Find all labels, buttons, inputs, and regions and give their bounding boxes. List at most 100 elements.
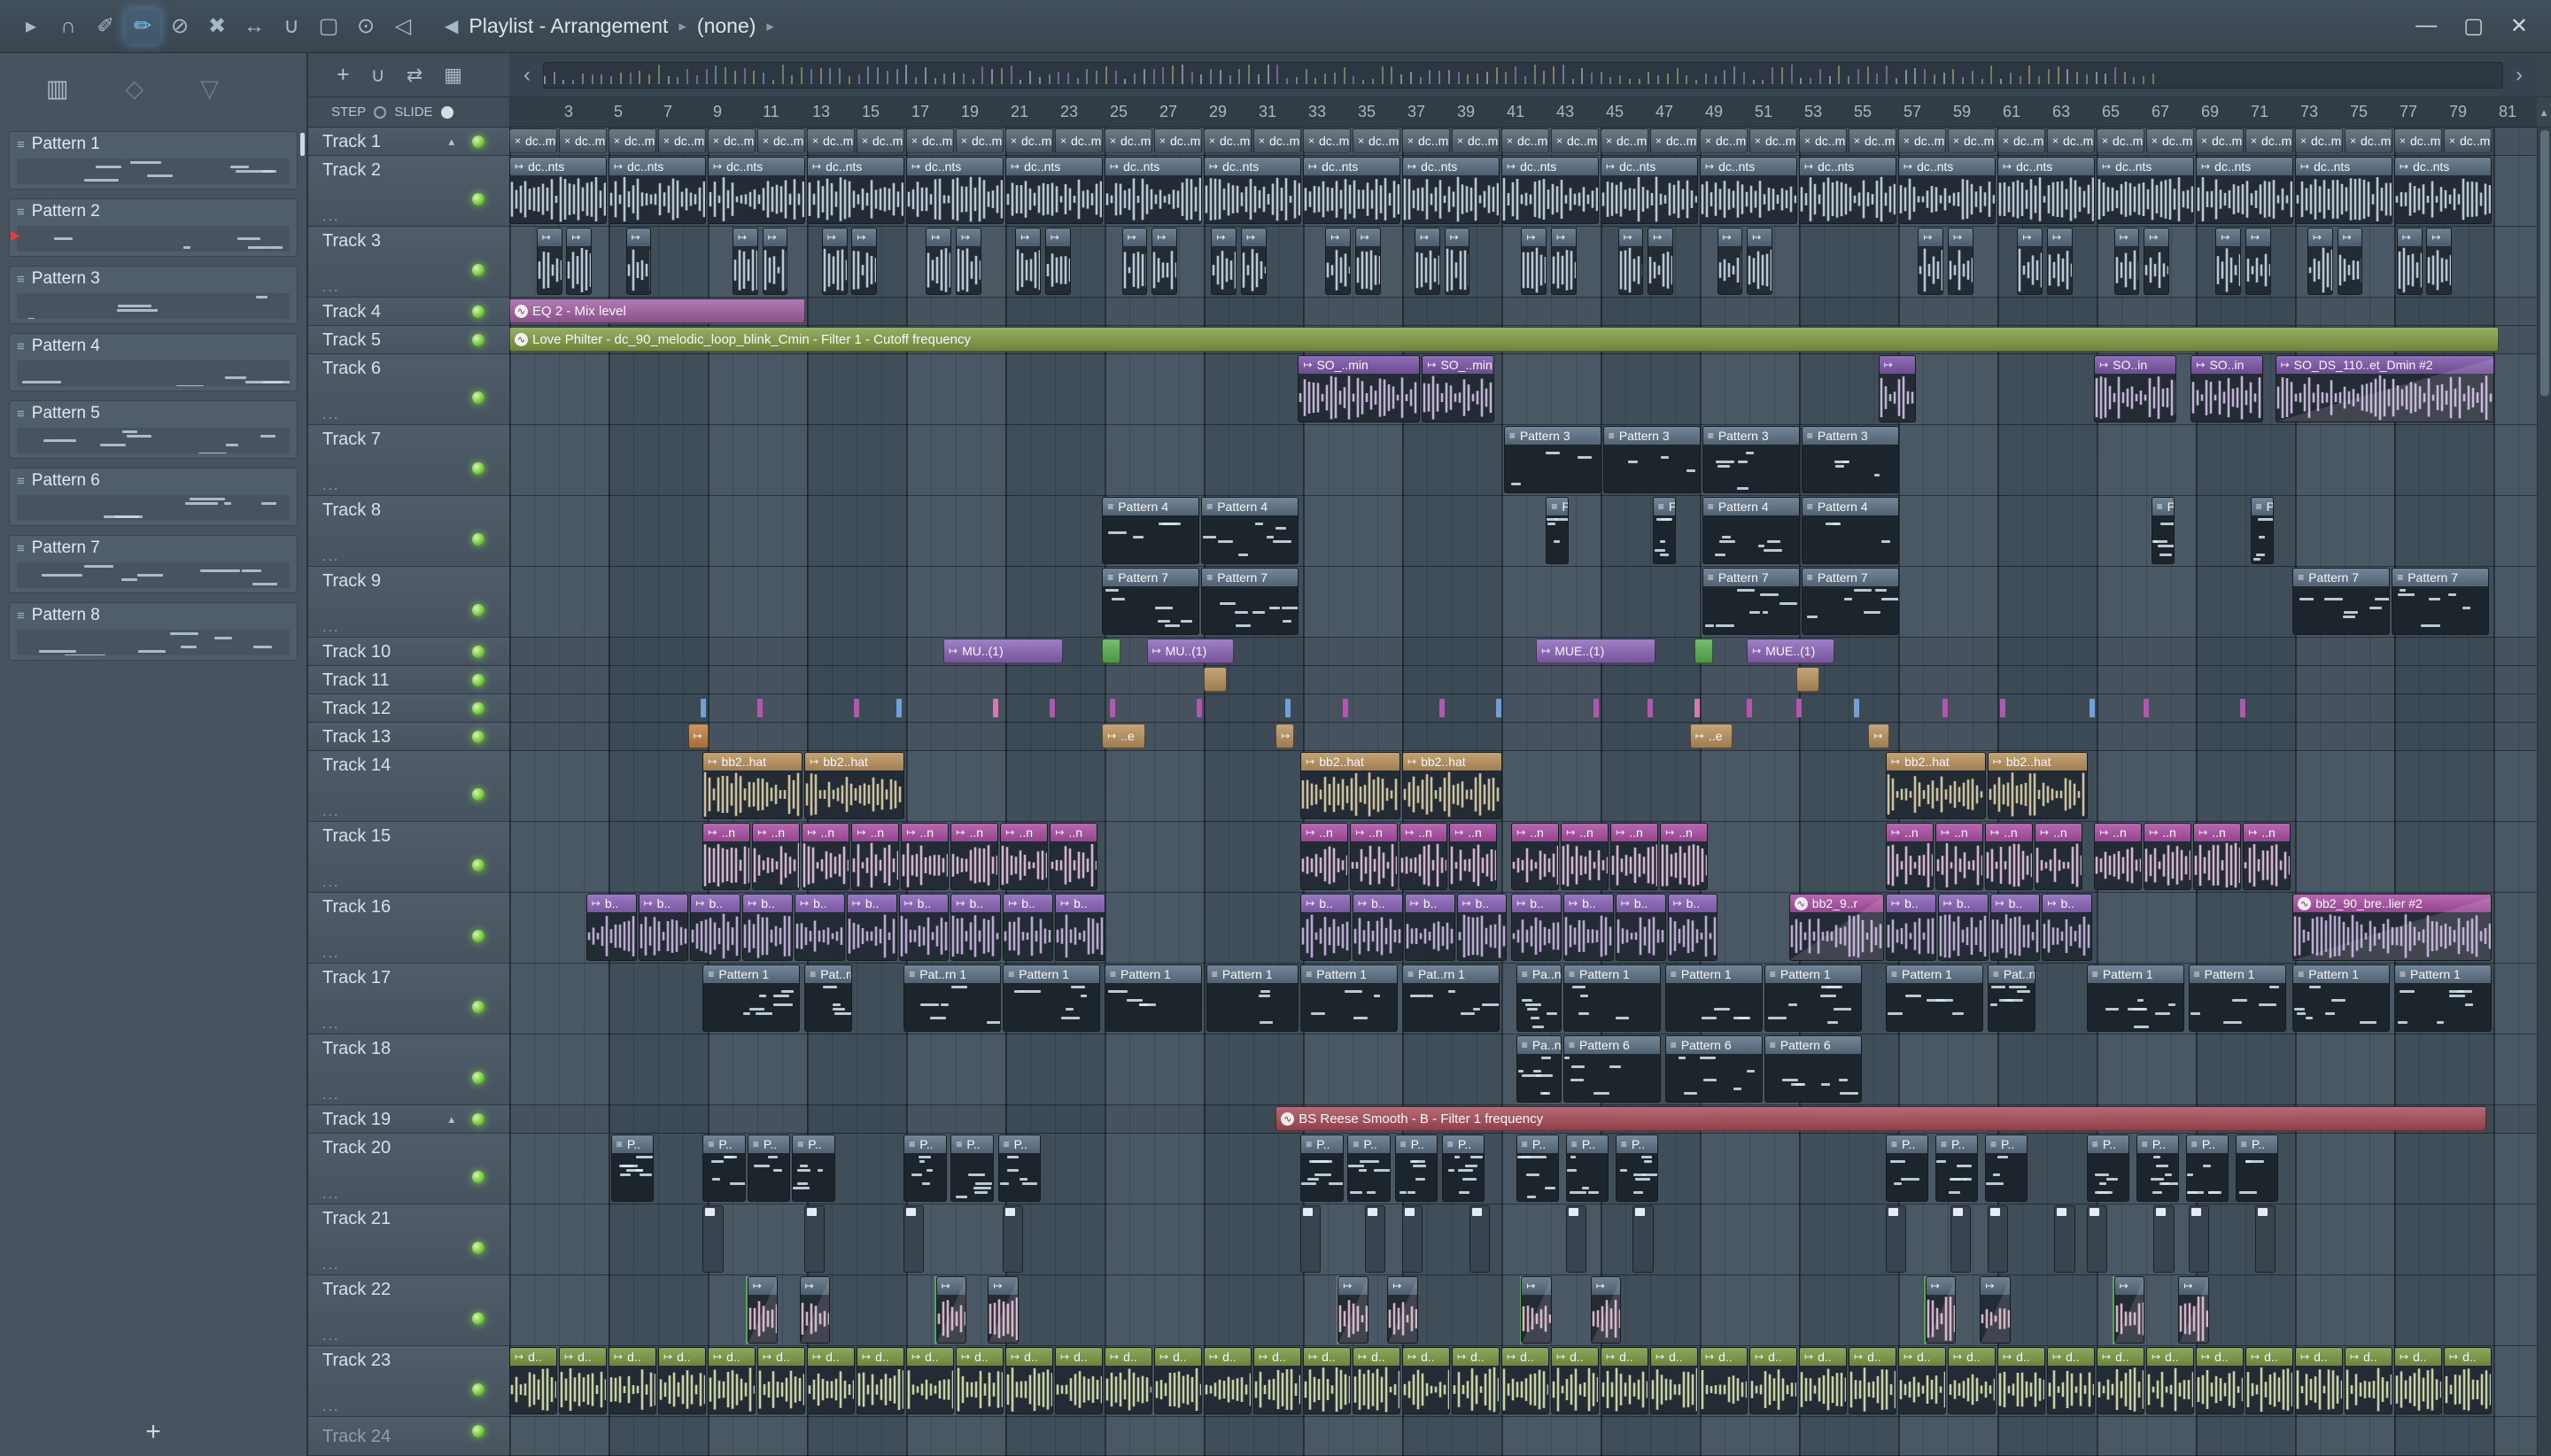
pattern-clip[interactable]: ≡P.. <box>1985 1135 2028 1202</box>
audio-clip[interactable]: ↦ ..n <box>2094 823 2143 890</box>
scroll-left-icon[interactable]: ‹ <box>515 63 539 88</box>
magnet-icon[interactable]: ∪ <box>274 9 309 44</box>
audio-clip[interactable]: ↦ <box>2017 228 2043 295</box>
clip-strip[interactable]: ×dc..min <box>1601 128 1648 153</box>
audio-clip[interactable]: ↦ dc..nts <box>1303 157 1400 224</box>
pattern-clip[interactable]: ≡ Pattern 4 <box>1102 497 1200 564</box>
audio-clip[interactable]: ↦ dc..nts <box>1799 157 1896 224</box>
pattern-clip[interactable]: ≡ Pattern 1 <box>1105 964 1202 1032</box>
clip-strip[interactable]: ×dc..min <box>609 128 656 153</box>
audio-clip[interactable]: ↦ d.. <box>2146 1347 2194 1414</box>
track-header[interactable]: Track 16... <box>308 893 509 964</box>
track-header[interactable]: Track 1 ▴ <box>308 128 509 156</box>
mini-clip[interactable] <box>804 1205 826 1273</box>
track-led[interactable] <box>472 1242 485 1254</box>
pattern-clip[interactable]: ≡ Pattern 1 <box>2292 964 2391 1032</box>
tick-clip[interactable] <box>1342 699 1348 717</box>
audio-clip[interactable]: ↦ d.. <box>1700 1347 1748 1414</box>
audio-clip[interactable]: ↦ ..n <box>1985 823 2033 890</box>
audio-clip[interactable]: ↦ <box>1521 1276 1552 1344</box>
pattern-clip[interactable]: ≡Pat..rn 1 <box>804 964 853 1032</box>
pattern-clip[interactable]: ≡P.. <box>950 1135 994 1202</box>
audio-clip[interactable]: ↦ d.. <box>1650 1347 1698 1414</box>
audio-clip[interactable]: ↦ <box>821 228 848 295</box>
audio-clip[interactable]: ↦ <box>1590 1276 1622 1344</box>
track-header[interactable]: Track 9... <box>308 567 509 638</box>
track-led[interactable] <box>472 1171 485 1183</box>
step-label[interactable]: STEP <box>331 105 366 120</box>
pattern-clip[interactable]: ≡P.. <box>702 1135 746 1202</box>
mini-clip[interactable] <box>1003 1205 1024 1273</box>
audio-clip[interactable]: ∿ bb2_90_bre..lier #2 <box>2292 894 2492 961</box>
audio-clip[interactable]: ↦ dc..nts <box>1601 157 1698 224</box>
audio-clip[interactable]: ↦ bb2..hat <box>1402 752 1502 819</box>
clip-strip[interactable]: ×dc..min <box>1898 128 1946 153</box>
pattern-clip[interactable]: ≡ Pattern 3 <box>1602 426 1701 493</box>
audio-clip[interactable]: ↦ d.. <box>1601 1347 1648 1414</box>
audio-clip[interactable]: ↦ d.. <box>1501 1347 1549 1414</box>
pattern-clip[interactable]: ≡P.. <box>2250 497 2274 564</box>
audio-clip[interactable]: ↦ b.. <box>1989 894 2041 961</box>
audio-clip[interactable]: ↦ b.. <box>690 894 741 961</box>
audio-clip[interactable]: ↦ SO_DS_110..et_Dmin #2 <box>2275 355 2494 422</box>
mini-clip[interactable] <box>1632 1205 1654 1273</box>
slide-icon[interactable]: ⇄ <box>407 64 423 87</box>
tick-clip[interactable] <box>854 699 860 717</box>
track-header[interactable]: Track 3... <box>308 227 509 298</box>
audio-clip[interactable]: ↦ b.. <box>1055 894 1105 961</box>
pattern-clip[interactable]: ≡ Pattern 1 <box>1300 964 1399 1032</box>
pattern-clip[interactable]: ≡ Pattern 3 <box>1702 426 1800 493</box>
magnet-icon[interactable]: ∪ <box>371 64 385 87</box>
pattern-clip[interactable]: ≡ Pattern 4 <box>1201 497 1299 564</box>
audio-clip[interactable]: ↦ ..n <box>702 823 751 890</box>
tick-clip[interactable] <box>1109 699 1115 717</box>
mini-clip[interactable] <box>2153 1205 2175 1273</box>
clip-strip[interactable]: ×dc..min <box>1551 128 1599 153</box>
tick-clip[interactable] <box>896 699 902 717</box>
clip-strip[interactable]: ×dc..min <box>1204 128 1252 153</box>
track-led[interactable] <box>472 1113 485 1126</box>
pattern-clip[interactable]: ≡P.. <box>1886 1135 1929 1202</box>
clip-strip[interactable]: ×dc..min <box>2295 128 2343 153</box>
audio-clip[interactable]: ↦ <box>926 228 952 295</box>
track-led[interactable] <box>472 674 485 686</box>
audio-clip[interactable]: ↦ d.. <box>1402 1347 1450 1414</box>
audio-clip[interactable]: ↦ d.. <box>708 1347 756 1414</box>
audio-clip[interactable]: ↦ bb2..hat <box>702 752 803 819</box>
track-lane[interactable] <box>509 723 2537 751</box>
clip-strip[interactable]: ×dc..min <box>1055 128 1103 153</box>
tick-clip[interactable] <box>1496 699 1502 717</box>
paint-tool-icon[interactable]: ✏ <box>125 8 160 44</box>
audio-clip[interactable]: ↦ dc..nts <box>2097 157 2194 224</box>
clip-strip[interactable]: ×dc..min <box>1105 128 1152 153</box>
track-header[interactable]: Track 5 <box>308 326 509 354</box>
audio-clip[interactable]: ↦ d.. <box>2097 1347 2144 1414</box>
track-led[interactable] <box>472 193 485 205</box>
audio-clip[interactable]: ↦ <box>2426 228 2453 295</box>
collapse-arrow-icon[interactable]: ▴ <box>448 135 454 149</box>
audio-clip[interactable]: ↦ ..n <box>901 823 950 890</box>
audio-clip[interactable]: ↦ ..n <box>1511 823 1560 890</box>
audio-clip[interactable]: ↦ <box>1717 228 1743 295</box>
clip-strip[interactable]: ↦ MU..(1) <box>943 639 1064 663</box>
audio-clip[interactable]: ↦ ..n <box>1660 823 1709 890</box>
audio-clip[interactable]: ↦ d.. <box>2245 1347 2293 1414</box>
clip-strip[interactable]: ×dc..min <box>1799 128 1847 153</box>
clip-strip[interactable] <box>1796 667 1820 692</box>
pattern-clip[interactable]: ≡Pat..rn 1 <box>903 964 1002 1032</box>
audio-clip[interactable]: ↦ ..n <box>2193 823 2242 890</box>
slip-tool-icon[interactable]: ✐ <box>88 9 123 44</box>
audio-clip[interactable]: ↦ d.. <box>2444 1347 2492 1414</box>
tick-clip[interactable] <box>1050 699 1056 717</box>
clip-strip[interactable]: ↦ MUE..(1) <box>1536 639 1656 663</box>
audio-clip[interactable]: ↦ dc..nts <box>807 157 904 224</box>
track-led[interactable] <box>472 859 485 871</box>
track-header[interactable]: Track 12 <box>308 694 509 723</box>
audio-clip[interactable]: ↦ <box>2113 1276 2144 1344</box>
track-lane[interactable] <box>509 1417 2537 1456</box>
audio-clip[interactable]: ↦ <box>1918 228 1944 295</box>
audio-clip[interactable]: ↦ d.. <box>1749 1347 1797 1414</box>
tick-clip[interactable] <box>2240 699 2246 717</box>
audio-clip[interactable]: ↦ dc..nts <box>1501 157 1599 224</box>
tick-clip[interactable] <box>757 699 763 717</box>
